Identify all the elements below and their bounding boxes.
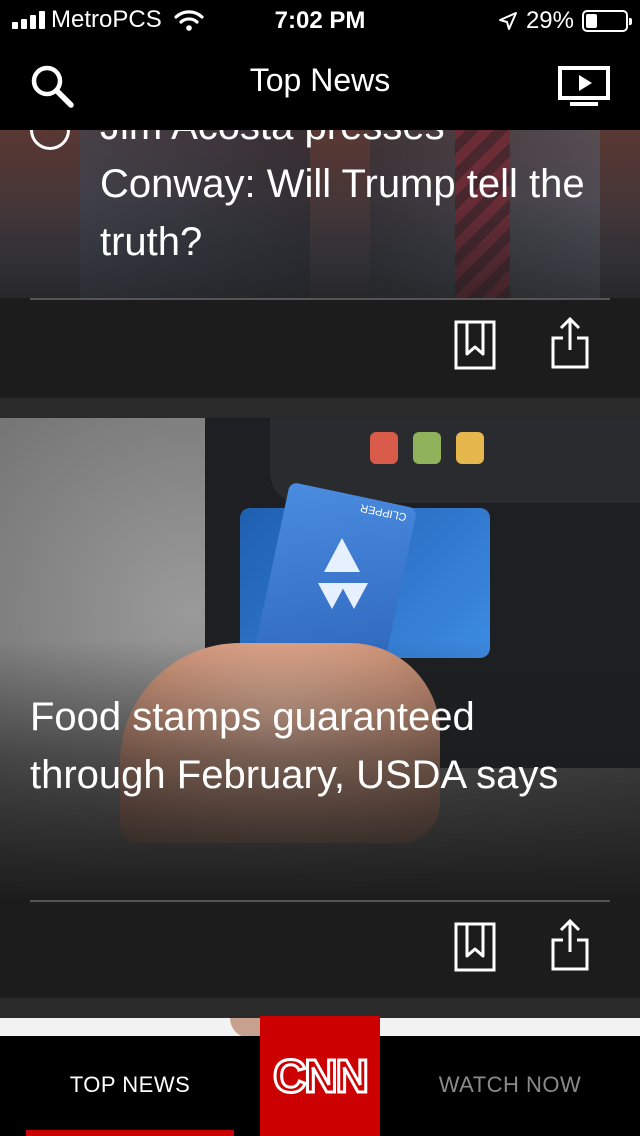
svg-text:CNN: CNN bbox=[273, 1050, 367, 1102]
battery-icon bbox=[582, 10, 632, 32]
share-icon[interactable] bbox=[550, 918, 590, 972]
tab-watch-now[interactable]: WATCH NOW bbox=[400, 1072, 620, 1098]
nav-header: Top News bbox=[0, 40, 640, 130]
card-action-row bbox=[0, 298, 640, 396]
battery-fill bbox=[586, 14, 597, 28]
page-title: Top News bbox=[249, 62, 391, 98]
share-icon[interactable] bbox=[550, 316, 590, 370]
status-right: 29% bbox=[498, 7, 632, 35]
divider bbox=[30, 298, 610, 300]
tab-top-news[interactable]: TOP NEWS bbox=[26, 1072, 234, 1098]
reader-light-green bbox=[413, 432, 441, 464]
headline[interactable]: Food stamps guaranteed through February,… bbox=[30, 688, 590, 804]
cnn-logo-mark: CNN bbox=[272, 1049, 370, 1104]
tv-play-icon[interactable] bbox=[558, 66, 610, 108]
location-arrow-icon bbox=[498, 12, 517, 30]
news-feed[interactable]: Jim Acosta presses Conway: Will Trump te… bbox=[0, 130, 640, 1036]
headline-line-partial: Jim Acosta presses bbox=[100, 130, 600, 155]
battery-percent: 29% bbox=[525, 7, 574, 34]
card-action-row bbox=[0, 900, 640, 998]
headline-text: Conway: Will Trump tell the truth? bbox=[100, 162, 585, 264]
status-bar: MetroPCS 7:02 PM 29% bbox=[0, 0, 640, 40]
video-play-icon bbox=[30, 130, 70, 150]
news-card[interactable]: CLIPPER Food stamps guaranteed through F… bbox=[0, 418, 640, 900]
card-logo-shape bbox=[340, 583, 368, 609]
card-logo-shape bbox=[324, 538, 360, 572]
cnn-logo[interactable]: CNN bbox=[260, 1016, 380, 1136]
bookmark-icon[interactable] bbox=[454, 320, 496, 370]
reader-light-yellow bbox=[456, 432, 484, 464]
bookmark-icon[interactable] bbox=[454, 922, 496, 972]
divider bbox=[30, 900, 610, 902]
reader-light-red bbox=[370, 432, 398, 464]
headline[interactable]: Jim Acosta presses Conway: Will Trump te… bbox=[100, 130, 600, 271]
active-tab-indicator bbox=[26, 1130, 234, 1136]
